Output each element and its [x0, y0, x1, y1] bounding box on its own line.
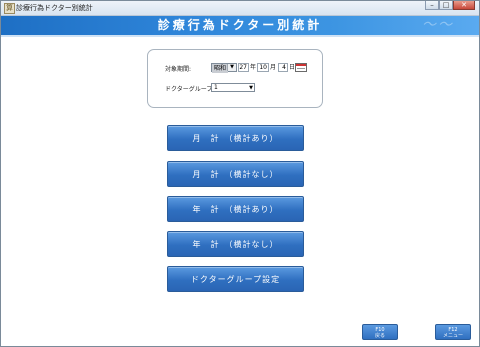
banner-decoration: 〜〜 [422, 17, 454, 33]
yearly-without-total-button[interactable]: 年 計 （横計なし） [167, 231, 304, 257]
page-title: 診療行為ドクター別統計 [157, 18, 323, 32]
banner-divider [1, 35, 479, 37]
month-unit: 月 [270, 64, 277, 71]
doctor-group-settings-button[interactable]: ドクターグループ設定 [167, 266, 304, 292]
monthly-with-total-button[interactable]: 月 計 （横計あり） [167, 125, 304, 151]
menu-button[interactable]: F12 メニュー [435, 324, 471, 340]
monthly-without-total-button[interactable]: 月 計 （横計なし） [167, 161, 304, 187]
period-label: 対象期間: [165, 66, 192, 73]
minimize-button[interactable]: – [425, 1, 439, 10]
year-input[interactable]: 27 [238, 63, 249, 72]
f10-action-label: 戻る [374, 333, 385, 339]
window-controls: – □ ✕ [425, 1, 475, 11]
month-input[interactable]: 10 [257, 63, 269, 72]
day-input[interactable]: 4 [278, 63, 288, 72]
app-window: 算 診療行為ドクター別統計 – □ ✕ 診療行為ドクター別統計 〜〜 対象期間:… [0, 0, 480, 347]
chevron-down-icon: ▼ [227, 64, 236, 71]
yearly-with-total-button[interactable]: 年 計 （横計あり） [167, 196, 304, 222]
back-button[interactable]: F10 戻る [362, 324, 398, 340]
era-value: 昭和 [212, 64, 229, 73]
chevron-down-icon: ▼ [249, 85, 253, 91]
era-select[interactable]: 昭和 ▼ [211, 63, 237, 73]
f12-action-label: メニュー [442, 333, 463, 339]
calendar-icon[interactable] [295, 63, 307, 72]
window-title: 診療行為ドクター別統計 [16, 4, 93, 12]
year-unit: 年 [250, 64, 257, 71]
title-bar: 算 診療行為ドクター別統計 – □ ✕ [1, 1, 479, 16]
header-banner: 診療行為ドクター別統計 〜〜 [1, 16, 479, 35]
app-icon: 算 [4, 3, 15, 14]
close-button[interactable]: ✕ [453, 1, 475, 10]
doctor-group-select[interactable]: 1 ▼ [211, 83, 255, 92]
maximize-button[interactable]: □ [439, 1, 453, 10]
filter-panel: 対象期間: 昭和 ▼ 27 年 10 月 4 日 ドクターグループ: 1 ▼ [147, 49, 323, 108]
group-label: ドクターグループ: [165, 86, 215, 93]
group-value: 1 [214, 84, 218, 91]
